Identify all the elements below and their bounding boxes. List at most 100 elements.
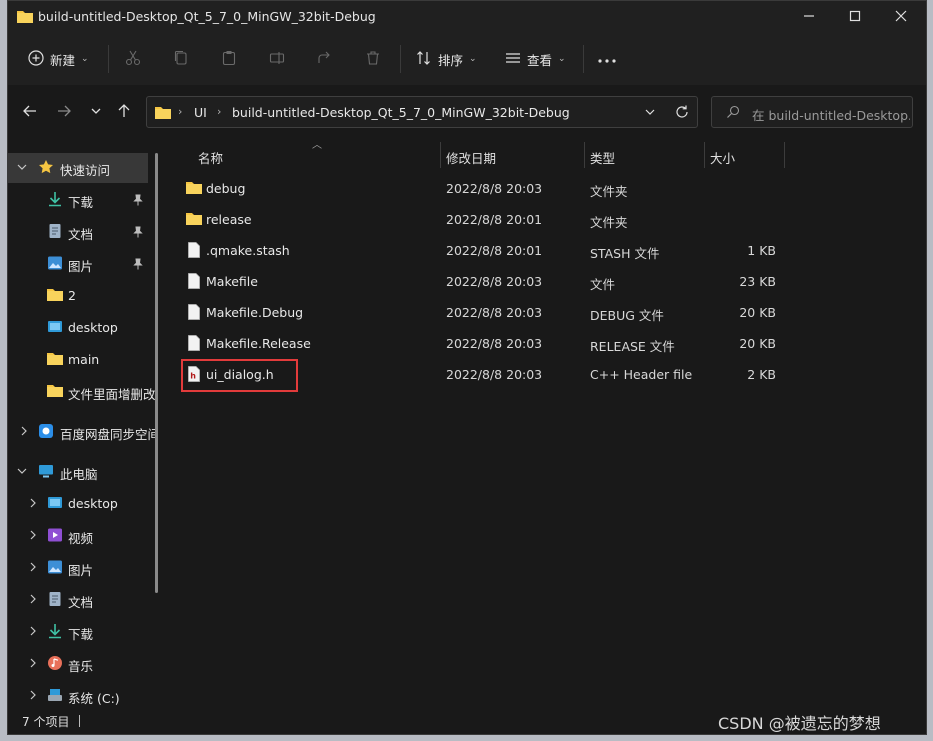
chevron-right-icon: › [217, 105, 222, 118]
sidebar-item-desktop-pc[interactable]: desktop [8, 489, 148, 519]
sidebar-item-label: 视频 [68, 531, 94, 546]
file-icon [188, 242, 200, 261]
sidebar-item-folder-2[interactable]: 2 [8, 281, 148, 311]
sidebar-item-videos[interactable]: 视频 [8, 521, 148, 551]
sidebar-item-crud-folder[interactable]: 文件里面增删改 [8, 377, 156, 407]
recent-locations-chevron-icon[interactable] [90, 103, 102, 122]
cut-button[interactable] [125, 33, 141, 85]
folder-icon [47, 287, 63, 303]
chevron-right-icon[interactable] [19, 426, 29, 439]
chevron-down-icon[interactable] [17, 162, 27, 175]
sidebar-item-documents[interactable]: 文档 [8, 217, 148, 247]
address-history-chevron-icon[interactable] [644, 106, 656, 121]
sidebar-item-drive-c[interactable]: 系统 (C:) [8, 681, 148, 706]
chevron-right-icon[interactable] [28, 594, 38, 607]
file-date: 2022/8/8 20:01 [446, 212, 543, 227]
chevron-down-icon[interactable] [17, 466, 27, 479]
sidebar-item-label: 文档 [68, 595, 94, 610]
refresh-icon[interactable] [674, 104, 690, 123]
column-header-name[interactable]: ︿ 名称 [168, 140, 440, 170]
highlight-annotation-box [181, 359, 298, 392]
sidebar-item-label: 快速访问 [60, 163, 111, 178]
sidebar-item-music[interactable]: 音乐 [8, 649, 148, 679]
sidebar-item-desktop-quick[interactable]: desktop [8, 313, 148, 343]
file-icon [188, 273, 200, 292]
chevron-right-icon[interactable] [28, 658, 38, 671]
back-arrow-icon[interactable] [22, 103, 38, 122]
view-label: 查看 [527, 52, 553, 68]
file-explorer-window: build-untitled-Desktop_Qt_5_7_0_MinGW_32… [7, 0, 927, 735]
file-row[interactable]: .qmake.stash 2022/8/8 20:01 STASH 文件 1 K… [168, 235, 788, 266]
sidebar-item-pictures[interactable]: 图片 [8, 249, 148, 279]
file-date: 2022/8/8 20:03 [446, 305, 543, 320]
file-name: debug [206, 181, 246, 196]
chevron-right-icon[interactable] [28, 690, 38, 703]
breadcrumb-ui[interactable]: UI [194, 105, 207, 120]
sidebar-item-baidu-netdisk[interactable]: 百度网盘同步空间 [8, 417, 156, 447]
sidebar-item-downloads-pc[interactable]: 下载 [8, 617, 148, 647]
file-size: 1 KB [747, 243, 776, 258]
sort-ascending-icon: ︿ [312, 140, 322, 151]
view-button[interactable]: 查看 ⌄ [505, 33, 566, 85]
folder-icon [47, 383, 63, 399]
share-button[interactable] [317, 33, 333, 85]
more-options-button[interactable] [598, 33, 616, 85]
toolbar-divider [108, 45, 109, 73]
up-arrow-icon[interactable] [116, 103, 132, 122]
maximize-icon [849, 10, 861, 25]
chevron-down-icon: ⌄ [469, 54, 477, 64]
file-row[interactable]: Makefile.Debug 2022/8/8 20:03 DEBUG 文件 2… [168, 297, 788, 328]
sidebar-item-label: 系统 (C:) [68, 691, 120, 706]
chevron-right-icon: › [178, 105, 183, 118]
document-icon [47, 591, 63, 607]
column-header-date[interactable]: 修改日期 [441, 140, 583, 170]
sidebar-item-main[interactable]: main [8, 345, 148, 375]
pin-icon[interactable] [132, 194, 144, 209]
sidebar-item-label: 图片 [68, 563, 94, 578]
search-box[interactable]: 在 build-untitled-Desktop... [711, 96, 913, 128]
copy-button[interactable] [173, 33, 189, 85]
sort-button[interactable]: 排序 ⌄ [416, 33, 477, 85]
sidebar-item-label: 图片 [68, 259, 94, 274]
chevron-right-icon[interactable] [28, 498, 38, 511]
sidebar-item-documents-pc[interactable]: 文档 [8, 585, 148, 615]
sidebar-item-quick-access[interactable]: 快速访问 [8, 153, 148, 183]
chevron-down-icon: ⌄ [558, 54, 566, 64]
pin-icon[interactable] [132, 226, 144, 241]
sidebar-item-this-pc[interactable]: 此电脑 [8, 457, 148, 487]
address-bar[interactable]: › UI › build-untitled-Desktop_Qt_5_7_0_M… [146, 96, 698, 128]
chevron-right-icon[interactable] [28, 562, 38, 575]
pin-icon[interactable] [132, 258, 144, 273]
column-header-size[interactable]: 大小 [705, 140, 783, 170]
sidebar-item-label: 百度网盘同步空间 [60, 427, 156, 442]
star-icon [38, 159, 54, 175]
new-button[interactable]: 新建 ⌄ [28, 33, 89, 85]
sidebar-item-pictures-pc[interactable]: 图片 [8, 553, 148, 583]
chevron-right-icon[interactable] [28, 530, 38, 543]
breadcrumb-current-folder[interactable]: build-untitled-Desktop_Qt_5_7_0_MinGW_32… [232, 105, 570, 120]
file-size: 20 KB [739, 305, 776, 320]
column-header-type[interactable]: 类型 [585, 140, 703, 170]
more-horizontal-icon [598, 52, 616, 67]
minimize-button[interactable] [786, 1, 832, 33]
sidebar-item-label: 文档 [68, 227, 94, 242]
file-size: 2 KB [747, 367, 776, 382]
search-placeholder: 在 build-untitled-Desktop... [752, 108, 910, 123]
delete-button[interactable] [365, 33, 381, 85]
file-row[interactable]: Makefile.Release 2022/8/8 20:03 RELEASE … [168, 328, 788, 359]
column-header-label: 大小 [710, 151, 736, 166]
file-row[interactable]: Makefile 2022/8/8 20:03 文件 23 KB [168, 266, 788, 297]
paste-button[interactable] [221, 33, 237, 85]
forward-arrow-icon[interactable] [56, 103, 72, 122]
close-button[interactable] [878, 1, 924, 33]
file-row[interactable]: debug 2022/8/8 20:03 文件夹 [168, 173, 788, 204]
folder-icon [186, 211, 202, 228]
sidebar-item-downloads[interactable]: 下载 [8, 185, 148, 215]
column-divider[interactable] [784, 142, 785, 168]
maximize-button[interactable] [832, 1, 878, 33]
chevron-right-icon[interactable] [28, 626, 38, 639]
sidebar-scrollbar[interactable] [155, 153, 158, 593]
file-row[interactable]: release 2022/8/8 20:01 文件夹 [168, 204, 788, 235]
toolbar-divider [583, 45, 584, 73]
rename-button[interactable] [269, 33, 285, 85]
